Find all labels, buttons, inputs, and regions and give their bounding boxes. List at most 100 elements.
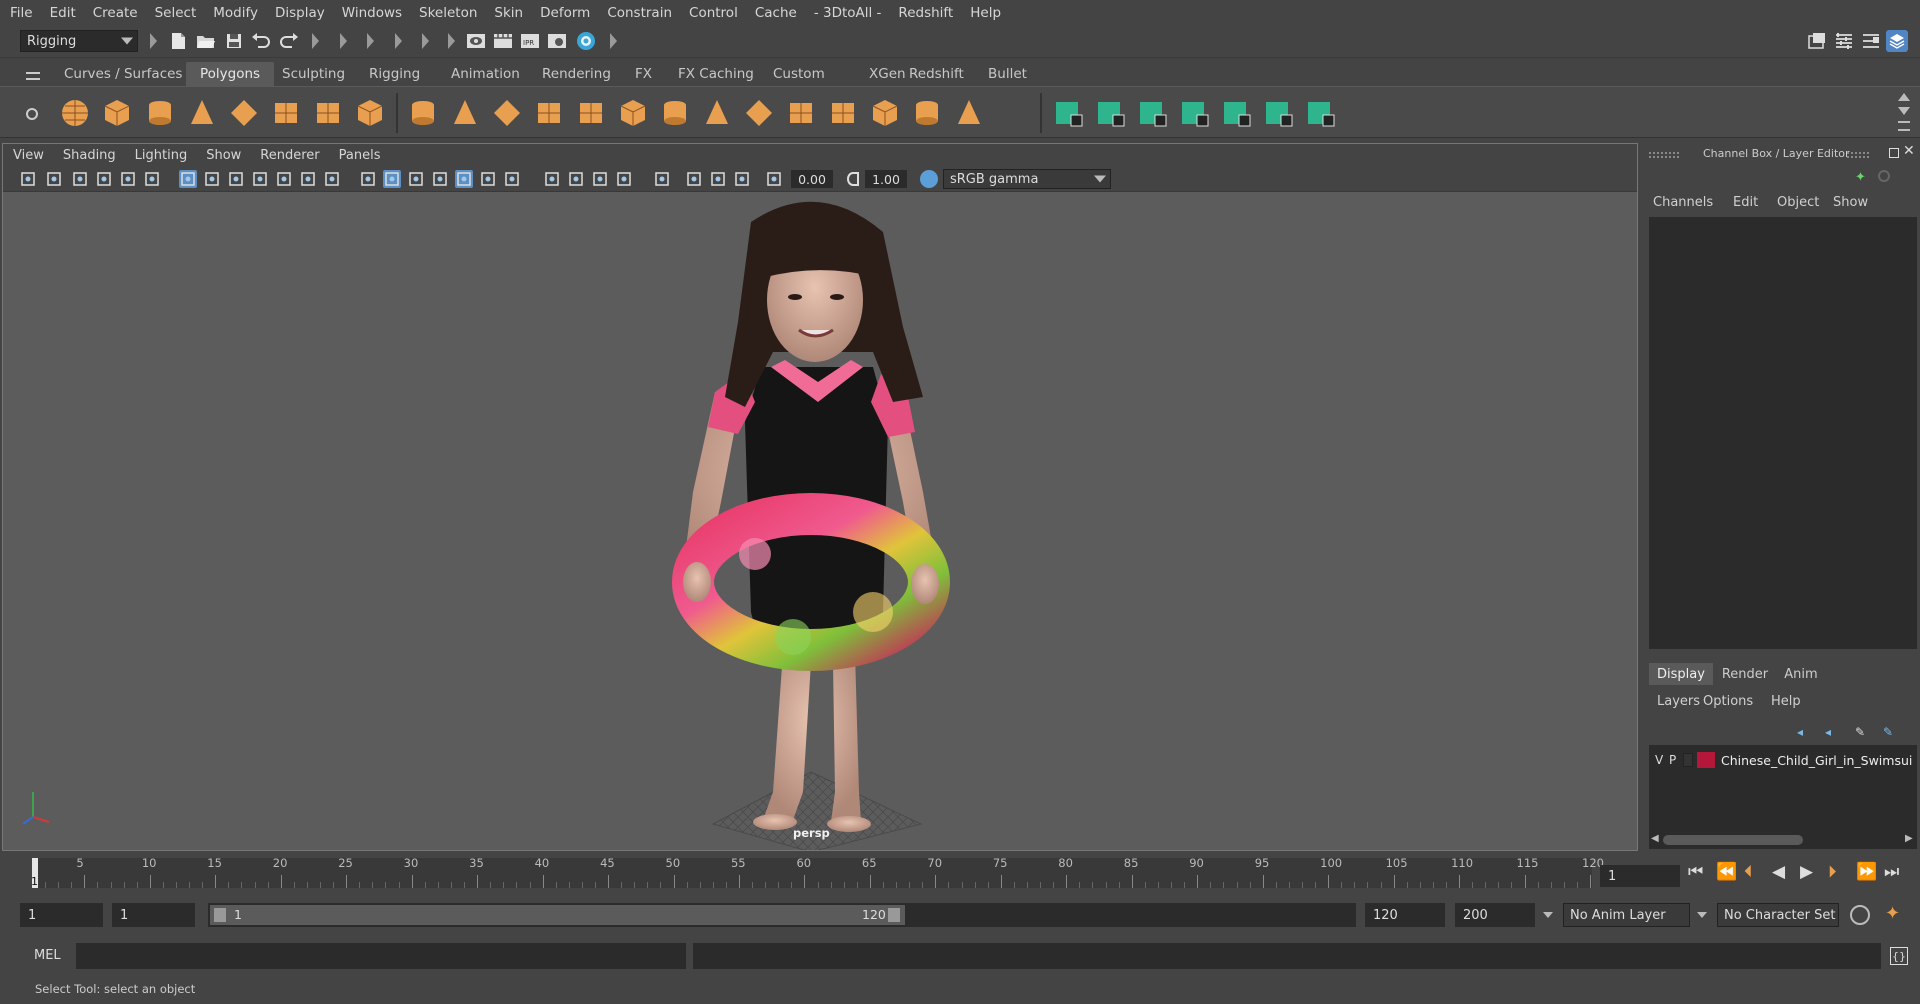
play-forward-icon[interactable]: ▶ — [1800, 862, 1813, 882]
poly-sphere-icon[interactable] — [58, 96, 92, 130]
anim-end-field[interactable]: 200 — [1455, 903, 1535, 927]
range-handle-left-icon[interactable] — [214, 908, 226, 922]
image-plane-icon[interactable] — [95, 170, 113, 188]
layer-visibility-toggle[interactable]: V — [1655, 753, 1663, 767]
menu-control[interactable]: Control — [689, 5, 738, 21]
go-to-start-icon[interactable]: ⏮ — [1688, 862, 1703, 882]
script-language-label[interactable]: MEL — [34, 948, 61, 963]
render-settings-icon[interactable] — [546, 30, 568, 52]
channelbox-settings-icon[interactable] — [1878, 170, 1890, 182]
move-layer-down-icon[interactable]: ◂ — [1825, 725, 1841, 739]
collapse-arrow-icon[interactable] — [312, 33, 319, 49]
layer-row[interactable]: V P Chinese_Child_Girl_in_Swimsui — [1649, 751, 1917, 771]
close-icon[interactable]: ✕ — [1903, 143, 1915, 159]
channelbox-menu-edit[interactable]: Edit — [1733, 195, 1758, 210]
tab-redshift[interactable]: Redshift — [895, 62, 978, 86]
planar-uv-icon[interactable] — [1052, 96, 1086, 130]
textured-icon[interactable] — [455, 170, 473, 188]
xray-joints-icon[interactable] — [709, 170, 727, 188]
new-scene-icon[interactable] — [167, 30, 189, 52]
depth-of-field-icon[interactable] — [615, 170, 633, 188]
render-view-icon[interactable] — [465, 30, 487, 52]
menu-select[interactable]: Select — [155, 5, 197, 21]
hypershade-icon[interactable] — [575, 30, 597, 52]
step-forward-key-icon[interactable]: ⏩ — [1856, 862, 1877, 882]
poly-cone-icon[interactable] — [185, 96, 219, 130]
anti-aliasing-icon[interactable] — [591, 170, 609, 188]
symmetry-icon[interactable] — [1304, 96, 1338, 130]
menu-edit[interactable]: Edit — [50, 5, 76, 21]
chevron-down-icon[interactable] — [1543, 912, 1553, 918]
bookmarks-icon[interactable] — [71, 170, 89, 188]
menu-constrain[interactable]: Constrain — [607, 5, 672, 21]
layer-name[interactable]: Chinese_Child_Girl_in_Swimsui — [1721, 753, 1912, 768]
menu-file[interactable]: File — [10, 5, 33, 21]
layer-reference-toggle[interactable] — [1683, 753, 1693, 767]
collapse-arrow-icon[interactable] — [422, 33, 429, 49]
tab-fx-caching[interactable]: FX Caching — [664, 62, 768, 86]
command-input[interactable] — [76, 943, 686, 969]
poly-pyramid-icon[interactable] — [311, 96, 345, 130]
range-handle-right-icon[interactable] — [888, 908, 900, 922]
film-gate-icon[interactable] — [203, 170, 221, 188]
backface-culling-icon[interactable] — [733, 170, 751, 188]
playback-end-field[interactable]: 120 — [1365, 903, 1445, 927]
viewport-menu-show[interactable]: Show — [206, 148, 241, 163]
scroll-right-icon[interactable]: ▶ — [1905, 833, 1913, 844]
merge-icon[interactable] — [826, 96, 860, 130]
viewport-scene[interactable] — [3, 192, 1637, 850]
offset-edge-loop-icon[interactable] — [952, 96, 986, 130]
layer-menu-options[interactable]: Options — [1703, 694, 1753, 709]
cylindrical-uv-icon[interactable] — [1136, 96, 1170, 130]
smooth-icon[interactable] — [532, 96, 566, 130]
insert-edge-loop-icon[interactable] — [910, 96, 944, 130]
gate-mask-icon[interactable] — [251, 170, 269, 188]
layer-list-scrollbar[interactable] — [1663, 835, 1803, 845]
fill-hole-icon[interactable] — [784, 96, 818, 130]
panel-grip-icon[interactable] — [1847, 152, 1869, 158]
exposure-field[interactable]: 0.00 — [791, 170, 833, 188]
playback-start-field[interactable]: 1 — [112, 903, 195, 927]
viewport-menu-view[interactable]: View — [13, 148, 44, 163]
step-back-key-icon[interactable]: ⏪ — [1716, 862, 1737, 882]
layer-tab-anim[interactable]: Anim — [1777, 663, 1825, 685]
resolution-gate-icon[interactable] — [227, 170, 245, 188]
menu-skeleton[interactable]: Skeleton — [419, 5, 477, 21]
extrude-icon[interactable] — [616, 96, 650, 130]
go-to-end-icon[interactable]: ⏭ — [1884, 862, 1899, 882]
menu-modify[interactable]: Modify — [213, 5, 258, 21]
smooth-shade-icon[interactable] — [383, 170, 401, 188]
menu-redshift[interactable]: Redshift — [898, 5, 953, 21]
channelbox-key-icon[interactable]: ✦ — [1855, 170, 1869, 185]
target-weld-icon[interactable] — [868, 96, 902, 130]
collapse-arrow-icon[interactable] — [150, 33, 157, 49]
gamma-field[interactable]: 1.00 — [865, 170, 907, 188]
tab-rigging[interactable]: Rigging — [355, 62, 434, 86]
float-panel-icon[interactable] — [1889, 148, 1899, 158]
gear-icon[interactable] — [26, 108, 38, 120]
menu-display[interactable]: Display — [275, 5, 325, 21]
grease-pencil-icon[interactable] — [143, 170, 161, 188]
combine-icon[interactable] — [406, 96, 440, 130]
current-frame-field[interactable]: 1 — [1600, 865, 1680, 887]
collapse-arrow-icon[interactable] — [610, 33, 617, 49]
character-set-dropdown[interactable]: No Character Set — [1717, 903, 1839, 927]
collapse-arrow-icon[interactable] — [395, 33, 402, 49]
perspective-viewport[interactable]: View Shading Lighting Show Renderer Panels 0.… — [2, 143, 1638, 851]
range-slider[interactable]: 1 120 — [208, 903, 1356, 927]
collapse-arrow-icon[interactable] — [448, 33, 455, 49]
tab-animation[interactable]: Animation — [437, 62, 534, 86]
field-chart-icon[interactable] — [275, 170, 293, 188]
viewport-menu-shading[interactable]: Shading — [63, 148, 116, 163]
workspace-modeling-icon[interactable] — [1806, 30, 1828, 52]
channelbox-menu-channels[interactable]: Channels — [1653, 195, 1713, 210]
scroll-left-icon[interactable]: ◀ — [1651, 833, 1659, 844]
layer-color-swatch[interactable] — [1697, 752, 1715, 768]
step-back-frame-icon[interactable]: ⏴ — [1744, 862, 1753, 882]
select-camera-icon[interactable] — [19, 170, 37, 188]
use-all-lights-icon[interactable] — [479, 170, 497, 188]
animation-preferences-icon[interactable]: ✦ — [1885, 903, 1900, 924]
menu-windows[interactable]: Windows — [342, 5, 402, 21]
tab-rendering[interactable]: Rendering — [528, 62, 625, 86]
viewport-menu-lighting[interactable]: Lighting — [135, 148, 188, 163]
